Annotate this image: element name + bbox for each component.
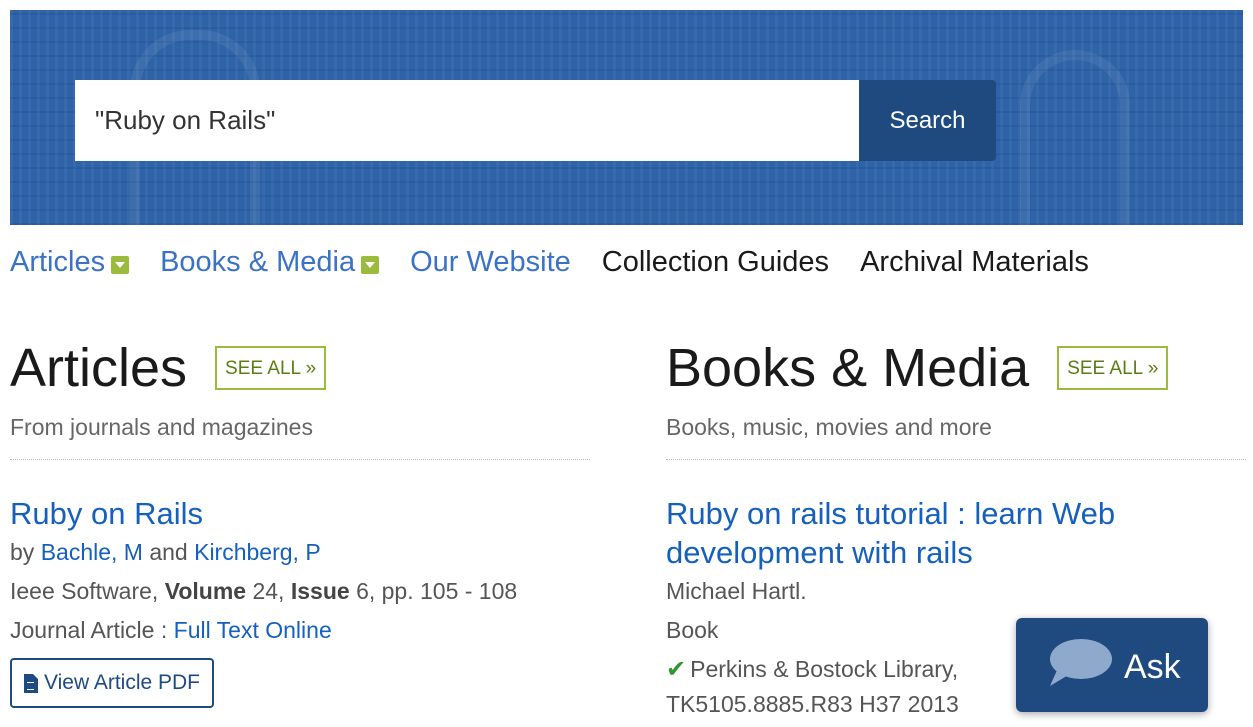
articles-subtitle: From journals and magazines xyxy=(10,414,313,440)
view-article-pdf-label: View Article PDF xyxy=(44,671,200,694)
books-see-all-button[interactable]: SEE ALL » xyxy=(1057,346,1169,390)
ask-chat-button[interactable]: Ask xyxy=(1016,618,1208,712)
format-label: Journal Article : xyxy=(10,617,168,643)
nav-articles-label: Articles xyxy=(10,245,106,278)
articles-heading: Articles xyxy=(10,338,188,398)
author-link[interactable]: Kirchberg, P xyxy=(194,539,321,565)
dropdown-caret-icon[interactable] xyxy=(111,256,130,274)
book-result-title[interactable]: Ruby on rails tutorial : learn Web devel… xyxy=(666,494,1136,572)
volume-value: 24, xyxy=(252,578,285,604)
books-subtitle: Books, music, movies and more xyxy=(666,414,992,440)
issue-label: Issue xyxy=(290,578,350,604)
book-location-label: Perkins & Bostock Library, xyxy=(690,656,959,682)
articles-header: Articles SEE ALL » xyxy=(10,336,590,400)
nav-archival-materials-label: Archival Materials xyxy=(860,245,1089,278)
search-input[interactable] xyxy=(75,80,859,161)
full-text-link[interactable]: Full Text Online xyxy=(174,617,332,643)
view-article-pdf-button[interactable]: View Article PDF xyxy=(10,658,214,708)
nav-books-media-label: Books & Media xyxy=(160,245,356,278)
nav-books-media[interactable]: Books & Media xyxy=(160,245,380,279)
and-label: and xyxy=(149,539,188,565)
source-label: Ieee Software, xyxy=(10,578,159,604)
by-label: by xyxy=(10,539,35,565)
article-citation: Ieee Software, Volume 24, Issue 6, pp. 1… xyxy=(10,572,590,611)
books-heading: Books & Media xyxy=(666,338,1030,398)
dropdown-caret-icon[interactable] xyxy=(361,256,380,274)
articles-see-all-button[interactable]: SEE ALL » xyxy=(215,346,327,390)
search-hero-banner: Search xyxy=(10,10,1243,225)
nav-our-website[interactable]: Our Website xyxy=(410,246,571,279)
chat-bubble-icon xyxy=(1050,639,1112,686)
article-authors: by Bachle, M and Kirchberg, P xyxy=(10,533,590,572)
nav-collection-guides-label: Collection Guides xyxy=(601,245,830,278)
document-icon xyxy=(24,673,38,693)
ask-label: Ask xyxy=(1124,648,1181,686)
divider xyxy=(10,459,590,460)
divider xyxy=(666,459,1246,460)
checkmark-icon: ✔ xyxy=(666,656,687,683)
volume-label: Volume xyxy=(164,578,247,604)
author-link[interactable]: Bachle, M xyxy=(41,539,143,565)
issue-pages-value: 6, pp. 105 - 108 xyxy=(356,578,518,604)
nav-our-website-label: Our Website xyxy=(410,245,571,278)
search-scope-nav: Articles Books & Media Our Website Colle… xyxy=(10,240,1120,284)
search-button[interactable]: Search xyxy=(859,80,996,161)
article-result-title[interactable]: Ruby on Rails xyxy=(10,494,590,533)
nav-archival-materials[interactable]: Archival Materials xyxy=(860,246,1089,279)
hero-arch-decoration xyxy=(1020,50,1130,225)
nav-collection-guides[interactable]: Collection Guides xyxy=(602,246,829,279)
article-format: Journal Article : Full Text Online xyxy=(10,611,590,650)
books-header: Books & Media SEE ALL » xyxy=(666,336,1246,400)
nav-articles[interactable]: Articles xyxy=(10,245,130,279)
book-author: Michael Hartl. xyxy=(666,578,807,604)
articles-column: Articles SEE ALL » From journals and mag… xyxy=(10,336,590,708)
